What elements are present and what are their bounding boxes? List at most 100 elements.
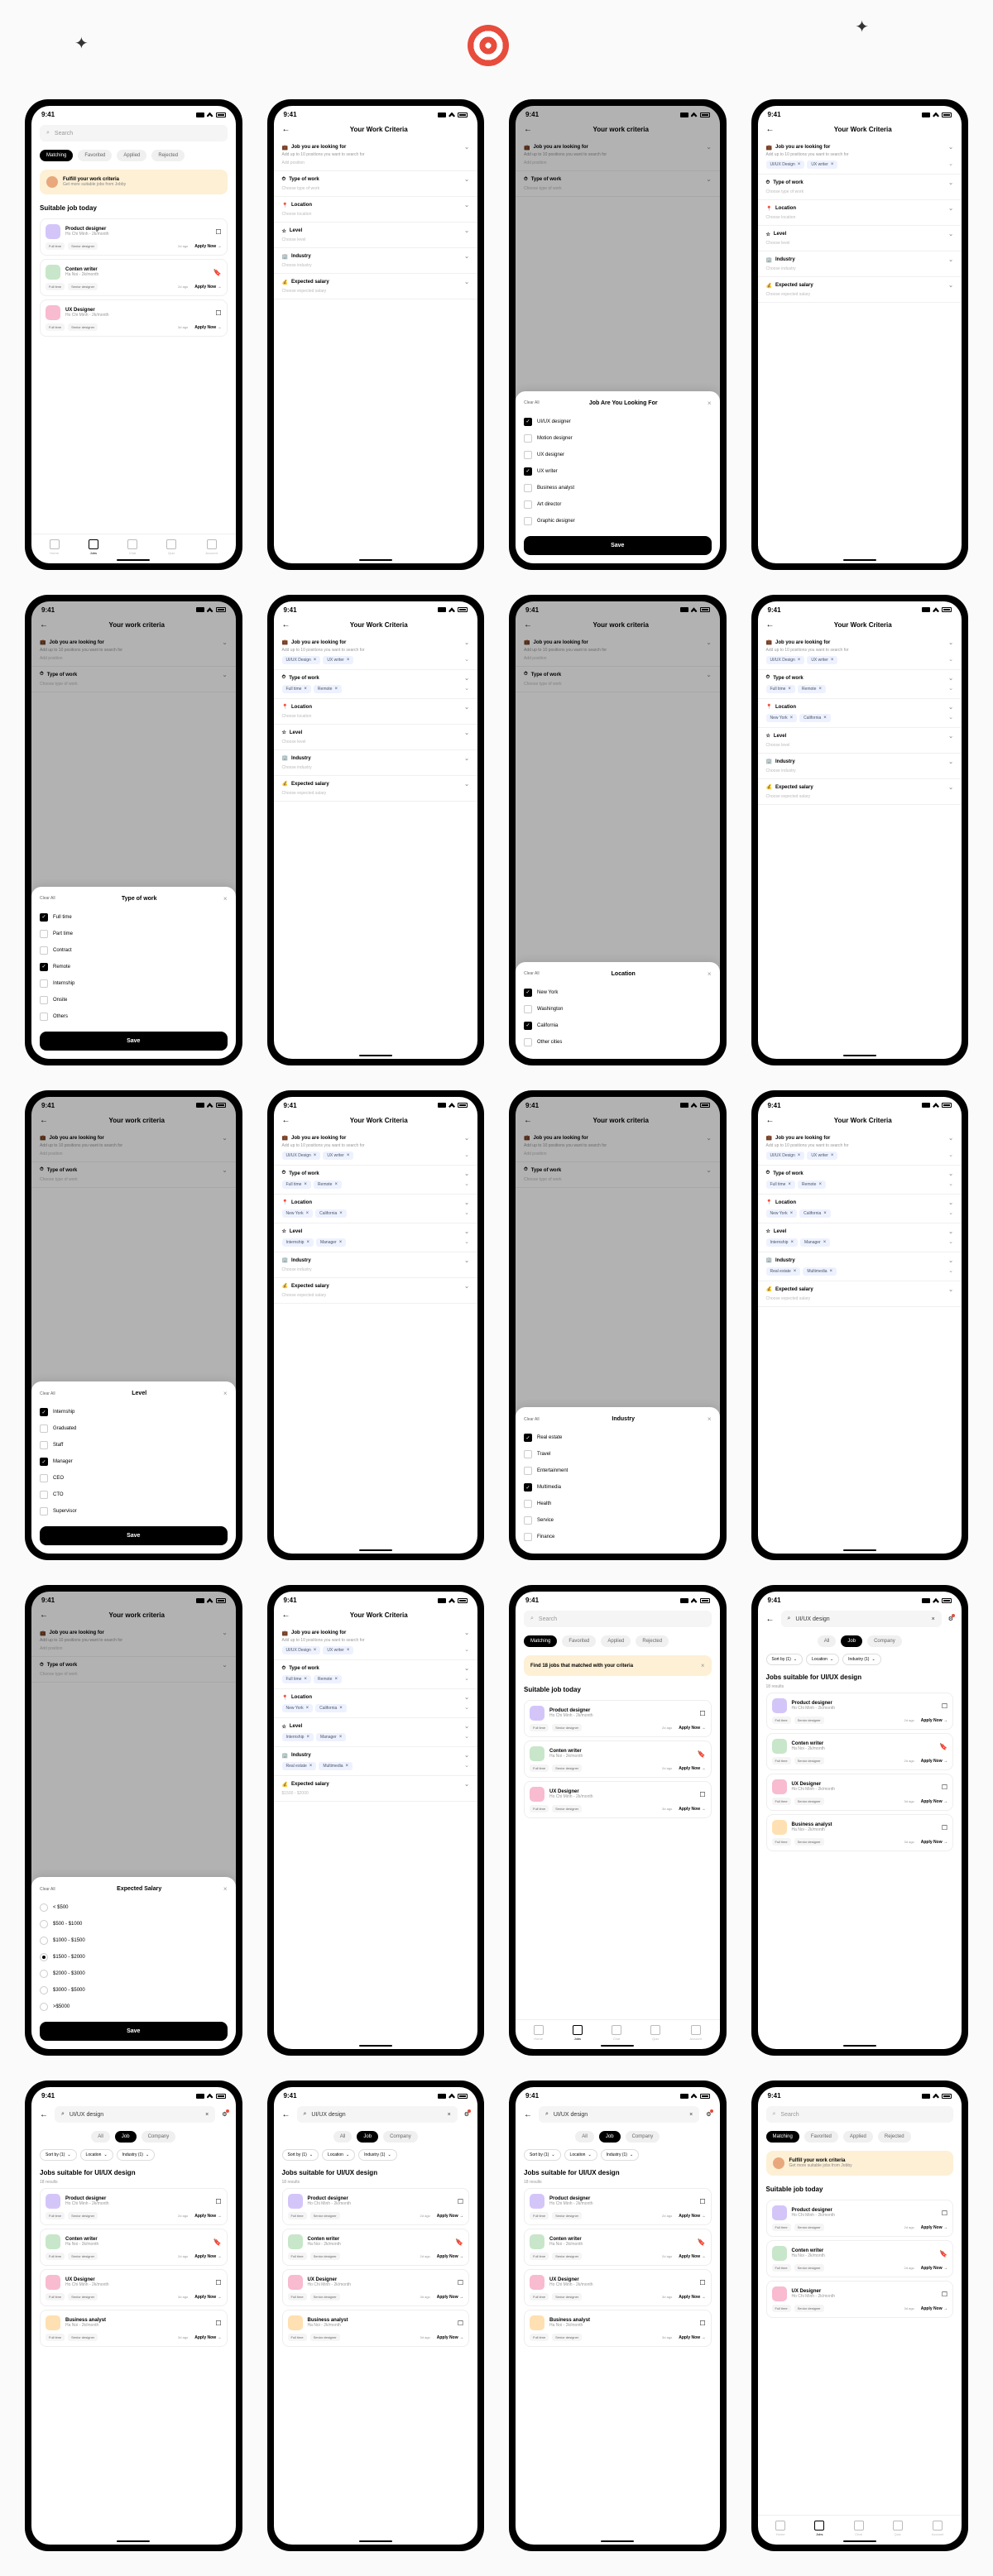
checkbox-input[interactable] bbox=[40, 913, 48, 922]
criteria-section[interactable]: ⏱ Type of work⌄ Full time ×Remote ×⌄ bbox=[274, 1660, 478, 1689]
chip[interactable]: Internship × bbox=[766, 1238, 798, 1247]
job-card[interactable]: Business analyst Ha Noi - 2k/month ☐ Ful… bbox=[40, 2310, 228, 2347]
tab-applied[interactable]: Applied bbox=[117, 150, 146, 161]
tab[interactable]: Favorited bbox=[804, 2131, 838, 2143]
tab[interactable]: Matching bbox=[766, 2131, 799, 2143]
chip[interactable]: Multimedia × bbox=[319, 1762, 353, 1770]
search-input[interactable]: ⌕UI/UX design× bbox=[55, 2106, 215, 2123]
chip-remove-icon[interactable]: × bbox=[306, 1240, 309, 1245]
chip[interactable]: New York × bbox=[766, 1209, 798, 1218]
job-card[interactable]: Conten writer Ha Noi - 2k/month 🔖 Full t… bbox=[524, 2229, 712, 2266]
apply-button[interactable]: Apply Now → bbox=[921, 1840, 947, 1845]
criteria-section[interactable]: 📍 Location⌄ New York ×California ×⌄ bbox=[758, 699, 962, 728]
criteria-section[interactable]: 💰 Expected salary⌄ Choose expected salar… bbox=[274, 776, 478, 802]
bookmark-icon[interactable]: 🔖 bbox=[939, 1743, 947, 1750]
criteria-section[interactable]: 💼 Job you are looking for⌄ Add up to 10 … bbox=[516, 139, 720, 171]
chip-remove-icon[interactable]: × bbox=[798, 1153, 801, 1158]
chip-remove-icon[interactable]: × bbox=[798, 162, 801, 167]
option-row[interactable]: Internship bbox=[40, 975, 228, 992]
nav-item-quiz[interactable]: Quiz bbox=[893, 2521, 903, 2536]
checkbox-input[interactable] bbox=[524, 1005, 532, 1013]
criteria-section[interactable]: 📍 Location⌄ Choose location bbox=[758, 200, 962, 226]
chip-remove-icon[interactable]: × bbox=[334, 687, 338, 692]
checkbox-input[interactable] bbox=[524, 434, 532, 443]
nav-item-jobs[interactable]: Jobs bbox=[573, 2025, 583, 2041]
tab[interactable]: Company bbox=[142, 2131, 176, 2143]
clear-all-button[interactable]: Clear All bbox=[524, 400, 540, 405]
close-button[interactable]: × bbox=[708, 970, 712, 978]
chip[interactable]: UX writer × bbox=[323, 656, 353, 664]
option-row[interactable]: Other cities bbox=[524, 1034, 712, 1051]
chip[interactable]: California × bbox=[799, 714, 831, 722]
checkbox-input[interactable] bbox=[524, 517, 532, 525]
tab[interactable]: Applied bbox=[601, 1635, 631, 1647]
tab[interactable]: Job bbox=[599, 2131, 621, 2143]
option-row[interactable]: Graduated bbox=[40, 1420, 228, 1437]
apply-button[interactable]: Apply Now → bbox=[437, 2214, 463, 2219]
tab[interactable]: Job bbox=[357, 2131, 378, 2143]
chip[interactable]: Internship × bbox=[282, 1733, 314, 1741]
job-card[interactable]: Conten writer Ha Noi - 2k/month 🔖 Full t… bbox=[282, 2229, 470, 2266]
radio-input[interactable] bbox=[40, 1970, 48, 1978]
checkbox-input[interactable] bbox=[524, 1483, 532, 1491]
criteria-section[interactable]: 📍 Location⌄ New York ×California ×⌄ bbox=[274, 1195, 478, 1223]
search-bar[interactable]: ⌕Search bbox=[40, 125, 228, 141]
option-row[interactable]: UI/UX designer bbox=[524, 414, 712, 430]
close-button[interactable]: × bbox=[223, 1885, 228, 1893]
apply-button[interactable]: Apply Now → bbox=[679, 2335, 705, 2340]
chip[interactable]: UX writer × bbox=[807, 1152, 837, 1160]
chip[interactable]: Manager × bbox=[316, 1733, 346, 1741]
chip-remove-icon[interactable]: × bbox=[334, 1182, 338, 1187]
chip[interactable]: UX writer × bbox=[323, 1152, 353, 1160]
apply-button[interactable]: Apply Now → bbox=[194, 2335, 221, 2340]
nav-item-jobs[interactable]: Jobs bbox=[814, 2521, 824, 2536]
checkbox-input[interactable] bbox=[524, 989, 532, 997]
option-row[interactable]: Remote bbox=[40, 959, 228, 975]
criteria-section[interactable]: ⏱ Type of work⌄ Choose type of work bbox=[31, 1657, 236, 1683]
nav-item-home[interactable]: Home bbox=[534, 2025, 544, 2041]
criteria-section[interactable]: 💰 Expected salary⌄ Choose expected salar… bbox=[758, 1281, 962, 1307]
filter-icon[interactable]: ⚙ bbox=[706, 2111, 711, 2118]
nav-item-home[interactable]: Home bbox=[775, 2521, 785, 2536]
chip[interactable]: UI/UX Design × bbox=[282, 1646, 321, 1654]
criteria-section[interactable]: ⏱ Type of work⌄ Choose type of work bbox=[31, 1162, 236, 1188]
radio-input[interactable] bbox=[40, 2003, 48, 2011]
option-row[interactable]: $2000 - $3000 bbox=[40, 1966, 228, 1982]
chip[interactable]: Full time × bbox=[766, 1180, 795, 1189]
bookmark-icon[interactable]: ☐ bbox=[699, 1791, 705, 1798]
option-row[interactable]: UX designer bbox=[524, 447, 712, 463]
option-row[interactable]: CTO bbox=[40, 1487, 228, 1503]
criteria-section[interactable]: 🏢 Industry⌄ Choose industry bbox=[274, 1252, 478, 1278]
save-button[interactable]: Save bbox=[40, 1526, 228, 1545]
criteria-section[interactable]: 💼 Job you are looking for⌄ Add up to 10 … bbox=[31, 634, 236, 667]
chip[interactable]: UX writer × bbox=[807, 656, 837, 664]
location-pill[interactable]: Location ⌄ bbox=[806, 1654, 839, 1665]
tab-rejected[interactable]: Rejected bbox=[151, 150, 185, 161]
chip-remove-icon[interactable]: × bbox=[339, 1211, 343, 1216]
close-button[interactable]: × bbox=[223, 895, 228, 903]
clear-all-button[interactable]: Clear All bbox=[524, 1417, 540, 1422]
tab[interactable]: Rejected bbox=[636, 1635, 669, 1647]
checkbox-input[interactable] bbox=[524, 1434, 532, 1442]
checkbox-input[interactable] bbox=[524, 1533, 532, 1541]
criteria-section[interactable]: 💼 Job you are looking for⌄ Add up to 10 … bbox=[274, 634, 478, 670]
job-card[interactable]: Conten writer Ha Noi - 2k/month 🔖 Full t… bbox=[40, 2229, 228, 2266]
apply-button[interactable]: Apply Now → bbox=[437, 2335, 463, 2340]
industry-pill[interactable]: Industry (1) ⌄ bbox=[358, 2149, 397, 2161]
search-input[interactable]: ⌕UI/UX design× bbox=[781, 1611, 942, 1627]
chip[interactable]: California × bbox=[315, 1209, 347, 1218]
tab[interactable]: All bbox=[91, 2131, 110, 2143]
bookmark-icon[interactable]: ☐ bbox=[215, 309, 221, 317]
criteria-section[interactable]: ☆ Level⌄ Choose level bbox=[758, 728, 962, 754]
chip[interactable]: Remote × bbox=[798, 1180, 826, 1189]
tab[interactable]: Company bbox=[867, 1635, 902, 1647]
chip[interactable]: New York × bbox=[282, 1209, 314, 1218]
chip-remove-icon[interactable]: × bbox=[314, 1153, 317, 1158]
chip-remove-icon[interactable]: × bbox=[831, 162, 834, 167]
chip[interactable]: Remote × bbox=[314, 1675, 342, 1683]
checkbox-input[interactable] bbox=[40, 1507, 48, 1515]
chip-remove-icon[interactable]: × bbox=[306, 1706, 309, 1711]
clear-all-button[interactable]: Clear All bbox=[40, 1391, 55, 1396]
option-row[interactable]: New York bbox=[524, 984, 712, 1001]
job-card[interactable]: Conten writer Ha Noi - 2k/month 🔖 Full t… bbox=[766, 1733, 954, 1770]
